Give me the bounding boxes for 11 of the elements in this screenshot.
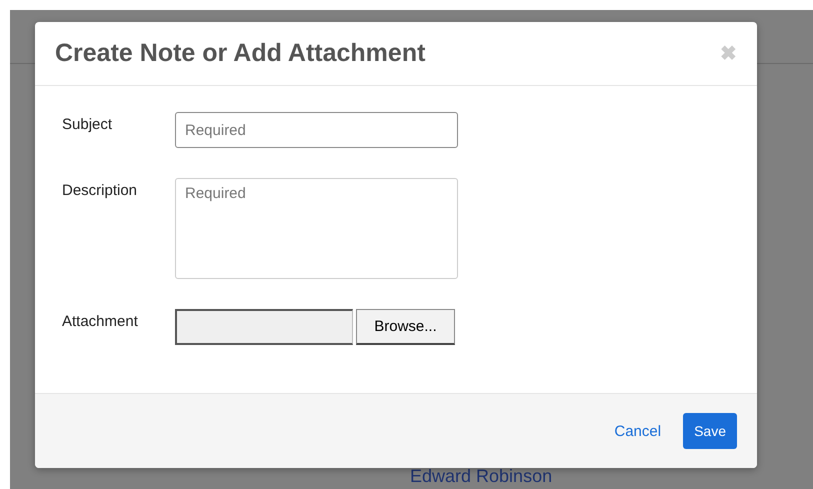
description-field[interactable]: Required — [175, 178, 458, 279]
dialog-title: Create Note or Add Attachment — [55, 39, 426, 68]
field-label: Description — [62, 181, 138, 199]
person-name: Edward Robinson — [409, 466, 554, 488]
browse-button[interactable]: Browse... — [356, 309, 455, 345]
subject-field[interactable]: Required — [175, 112, 458, 148]
field-label: Attachment — [62, 312, 139, 330]
cancel-link[interactable]: Cancel — [614, 422, 662, 440]
field-label: Subject — [62, 115, 114, 133]
file-path-field[interactable] — [175, 309, 353, 345]
save-button[interactable]: Save — [683, 413, 737, 449]
